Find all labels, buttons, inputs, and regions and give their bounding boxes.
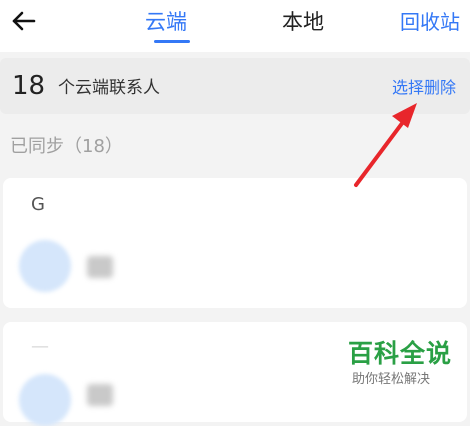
contact-group-card: G bbox=[3, 178, 467, 308]
watermark-subtitle: 助你轻松解决 bbox=[352, 372, 431, 387]
contact-avatar[interactable] bbox=[19, 374, 71, 426]
group-index-letter: G bbox=[31, 194, 45, 215]
active-tab-indicator bbox=[154, 40, 190, 43]
contact-count-label: 个云端联系人 bbox=[58, 78, 160, 98]
contact-avatar[interactable] bbox=[19, 240, 71, 292]
contact-name-blurred[interactable] bbox=[87, 384, 113, 406]
recycle-bin-button[interactable]: 回收站 bbox=[400, 9, 460, 35]
contact-count: 18 bbox=[12, 71, 46, 101]
top-navigation-bar: 云端 本地 回收站 bbox=[0, 0, 470, 52]
back-arrow-icon[interactable] bbox=[10, 8, 38, 36]
cloud-contact-count-bar: 18 个云端联系人 选择删除 bbox=[0, 58, 470, 114]
group-index-letter-faint: — bbox=[31, 336, 49, 357]
tab-local[interactable]: 本地 bbox=[282, 9, 324, 35]
tab-cloud[interactable]: 云端 bbox=[145, 9, 187, 35]
contact-name-blurred[interactable] bbox=[87, 256, 113, 278]
synced-section-header: 已同步（18） bbox=[10, 136, 123, 157]
select-delete-button[interactable]: 选择删除 bbox=[392, 77, 456, 99]
watermark-title: 百科全说 bbox=[348, 339, 453, 368]
